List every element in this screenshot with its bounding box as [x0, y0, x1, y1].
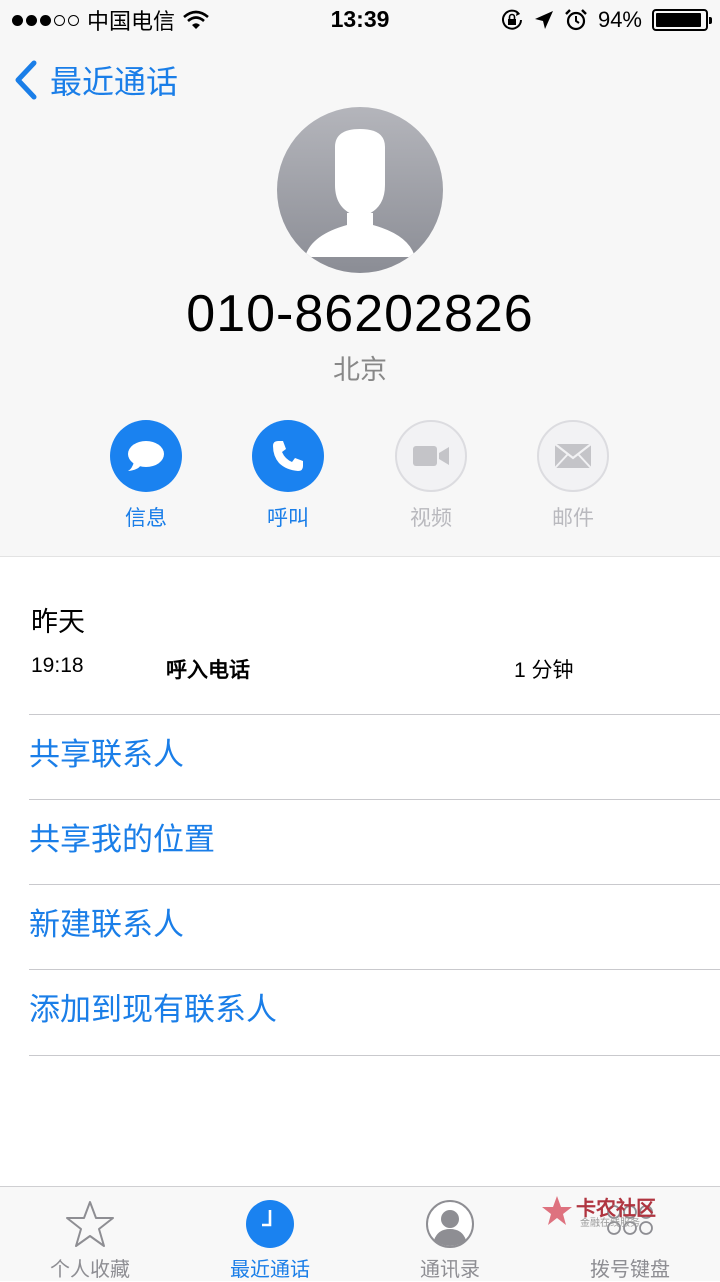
call-time: 19:18 — [31, 654, 84, 677]
battery-icon — [652, 9, 712, 31]
back-button[interactable]: 最近通话 — [14, 58, 178, 102]
watermark-logo: 卡农社区 金融在线服务 — [540, 1192, 660, 1232]
orientation-lock-icon — [500, 8, 524, 32]
star-icon — [65, 1199, 115, 1249]
video-action-button[interactable]: 视频 — [386, 420, 476, 532]
battery-percent: 94% — [597, 7, 642, 32]
tab-recents-label: 最近通话 — [230, 1259, 310, 1281]
add-to-existing-contact-label: 添加到现有联系人 — [29, 992, 277, 1027]
list-divider — [29, 1055, 720, 1056]
status-right: 94% — [500, 6, 712, 34]
watermark-icon — [542, 1196, 572, 1225]
phone-number: 010-86202826 — [186, 285, 534, 343]
back-label: 最近通话 — [50, 64, 179, 100]
tab-favorites-label: 个人收藏 — [50, 1259, 130, 1281]
message-action-button[interactable]: 信息 — [101, 420, 191, 532]
share-location-option[interactable]: 共享我的位置 — [29, 799, 720, 885]
phone-location: 北京 — [333, 355, 387, 385]
location-arrow-icon — [534, 10, 554, 30]
tab-favorites[interactable]: 个人收藏 — [0, 1187, 180, 1281]
battery-level-fill — [656, 13, 702, 27]
new-contact-label: 新建联系人 — [29, 907, 184, 942]
contacts-icon — [425, 1199, 475, 1249]
new-contact-option[interactable]: 新建联系人 — [29, 884, 720, 970]
mail-icon — [537, 420, 609, 492]
call-type: 呼入电话 — [166, 659, 250, 682]
tab-contacts[interactable]: 通讯录 — [360, 1187, 540, 1281]
message-action-label: 信息 — [125, 507, 167, 530]
share-contact-label: 共享联系人 — [29, 737, 184, 772]
share-contact-option[interactable]: 共享联系人 — [29, 714, 720, 800]
status-bar: 中国电信 13:39 94% — [0, 0, 720, 40]
call-duration: 1 分钟 — [514, 659, 574, 682]
contact-avatar-icon — [277, 107, 443, 273]
share-location-label: 共享我的位置 — [29, 822, 215, 857]
video-action-label: 视频 — [410, 507, 452, 530]
alarm-icon — [564, 8, 588, 32]
call-action-button[interactable]: 呼叫 — [243, 420, 333, 532]
tab-keypad-label: 拨号键盘 — [590, 1259, 670, 1281]
phone-icon — [252, 420, 324, 492]
video-camera-icon — [395, 420, 467, 492]
tab-recents[interactable]: 最近通话 — [180, 1187, 360, 1281]
tab-contacts-label: 通讯录 — [420, 1259, 480, 1281]
clock-icon — [245, 1199, 295, 1249]
call-action-label: 呼叫 — [267, 507, 309, 530]
call-date: 昨天 — [31, 607, 85, 637]
mail-action-label: 邮件 — [552, 507, 594, 530]
chevron-left-icon — [15, 60, 37, 100]
mail-action-button[interactable]: 邮件 — [528, 420, 618, 532]
add-to-existing-contact-option[interactable]: 添加到现有联系人 — [29, 969, 720, 1055]
message-bubble-icon — [110, 420, 182, 492]
watermark-subtext: 金融在线服务 — [580, 1218, 640, 1229]
